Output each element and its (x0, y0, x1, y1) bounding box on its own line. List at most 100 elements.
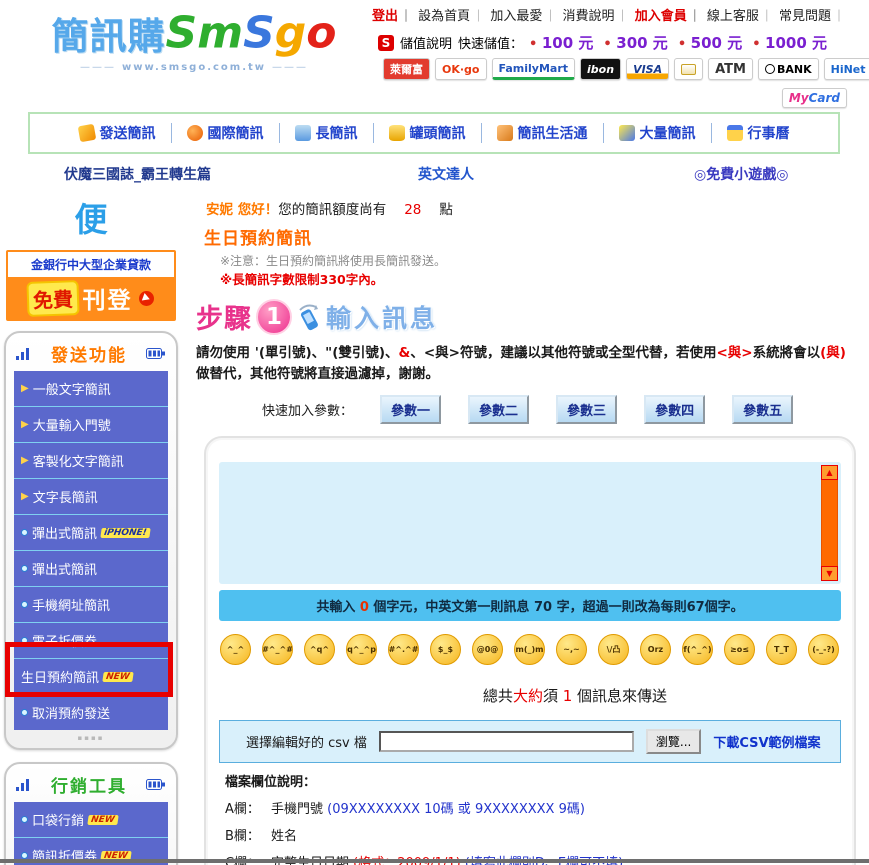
online-support-link[interactable]: 線上客服 (707, 9, 775, 24)
ibon-badge[interactable]: ibon (580, 58, 621, 80)
emoticon-button[interactable]: ~,~ (556, 634, 587, 665)
emoticon-button[interactable]: m(_)m (514, 634, 545, 665)
quick-store-500[interactable]: 500 元 (678, 32, 742, 53)
atm-badge[interactable]: ATM (708, 58, 753, 80)
laptop-icon (295, 125, 311, 141)
signal-icon (16, 778, 32, 791)
stored-value-icon: S (378, 35, 394, 51)
sidebar-item-cancel-reserved-send[interactable]: 取消預約發送 (14, 695, 168, 730)
sidebar-item-popup-sms[interactable]: 彈出式簡訊 (14, 551, 168, 587)
emoticon-button[interactable]: T_T (766, 634, 797, 665)
param3-button[interactable]: 參數三 (556, 395, 617, 424)
nav-calendar[interactable]: 行事曆 (712, 123, 805, 143)
sidebar-item-general-text-sms[interactable]: ▶一般文字簡訊 (14, 371, 168, 407)
star-icon (619, 125, 635, 141)
arrow-bullet-icon: ▶ (21, 419, 29, 430)
sidebar-item-mobile-url-sms[interactable]: 手機網址簡訊 (14, 587, 168, 623)
join-member-link[interactable]: 加入會員 (635, 9, 703, 24)
scroll-up-button[interactable]: ▲ (821, 465, 838, 480)
arrow-bullet-icon: ▶ (21, 455, 29, 466)
sidebar-item-long-text-sms[interactable]: ▶文字長簡訊 (14, 479, 168, 515)
sidebar-item-pocket-marketing[interactable]: 口袋行銷NEW (14, 802, 168, 838)
browse-button[interactable]: 瀏覽... (646, 729, 701, 754)
step-number-badge: 1 (256, 299, 292, 335)
emoticon-button[interactable]: ^_^ (220, 634, 251, 665)
emoticon-button[interactable]: (-_-?) (808, 634, 839, 665)
promo-english-link[interactable]: 英文達人 (418, 164, 474, 184)
loan-ad-text: 金銀行中大型企業貸款 (8, 252, 174, 277)
emoticon-button[interactable]: #^_^# (262, 634, 293, 665)
emoticon-button[interactable]: q^_^p (346, 634, 377, 665)
dot-bullet-icon (21, 529, 28, 536)
sidebar-item-birthday-reserved-sms[interactable]: 生日預約簡訊NEW (14, 659, 168, 695)
download-csv-sample-link[interactable]: 下載CSV範例檔案 (713, 732, 820, 751)
signal-icon (16, 347, 32, 360)
emoticon-button[interactable]: @0@ (472, 634, 503, 665)
emoticon-button[interactable]: #^.^# (388, 634, 419, 665)
emoticon-button[interactable]: ≥o≤ (724, 634, 755, 665)
faq-link[interactable]: 常見問題 (779, 9, 847, 24)
step-banner: 步驟 1 輸入訊息 (196, 297, 862, 336)
param1-button[interactable]: 參數一 (380, 395, 441, 424)
bank-circle-icon (765, 64, 775, 74)
char-limit-notice: ※長簡訊字數限制330字內。 (220, 269, 862, 288)
visa-badge[interactable]: VISA (626, 58, 669, 80)
globe-icon (187, 125, 203, 141)
loan-ad-banner[interactable]: 金銀行中大型企業貸款 免費 刊登 (6, 250, 176, 321)
emoticon-button[interactable]: $_$ (430, 634, 461, 665)
sidebar-item-popup-sms-iphone[interactable]: 彈出式簡訊iPHONE! (14, 515, 168, 551)
main-content: 安妮 您好！您的簡訊額度尚有28點 生日預約簡訊 ※注意：生日預約簡訊將使用長簡… (194, 196, 862, 865)
param5-button[interactable]: 參數五 (732, 395, 793, 424)
quick-store-300[interactable]: 300 元 (603, 32, 667, 53)
marketing-tools-menu: 口袋行銷NEW 簡訊折價券NEW 廣告刊登 藍牙行銷工具NEW (14, 802, 168, 865)
greeting: 安妮 您好！您的簡訊額度尚有28點 (206, 198, 862, 218)
emoticon-button[interactable]: f(^_^) (682, 634, 713, 665)
quick-store-1000[interactable]: 1000 元 (752, 32, 827, 53)
nav-sms-life[interactable]: 簡訊生活通 (482, 123, 604, 143)
param4-button[interactable]: 參數四 (644, 395, 705, 424)
promo-game-link[interactable]: 伏魔三國誌_霸王轉生篇 (64, 164, 211, 184)
stored-value-label[interactable]: 儲值說明 (400, 33, 452, 52)
param2-button[interactable]: 參數二 (468, 395, 529, 424)
battery-icon (146, 348, 166, 359)
nav-long-sms[interactable]: 長簡訊 (280, 123, 374, 143)
new-badge: NEW (102, 672, 133, 682)
emoticon-button[interactable]: ^q^ (304, 634, 335, 665)
billing-info-link[interactable]: 消費說明 (563, 9, 631, 24)
top-link-bar: 登出 設為首頁 加入最愛 消費說明 加入會員 線上客服 常見問題 (372, 5, 847, 24)
site-logo[interactable]: 簡訊購SmSgo www.smsgo.com.tw (26, 6, 362, 73)
payment-methods: 萊爾富 OK·go FamilyMart ibon VISA ATM BANK … (383, 58, 869, 80)
quick-param-row: 快速加入參數： 參數一 參數二 參數三 參數四 參數五 (262, 395, 862, 424)
scroll-down-button[interactable]: ▼ (821, 566, 838, 581)
scrollbar: ▲ ▼ (821, 465, 838, 581)
credit-card-icon[interactable] (674, 58, 703, 80)
okgo-badge[interactable]: OK·go (435, 58, 487, 80)
bank-badge[interactable]: BANK (758, 58, 819, 80)
mycard-badge[interactable]: MyCard (782, 88, 847, 108)
add-favorite-link[interactable]: 加入最愛 (490, 9, 558, 24)
nav-canned-sms[interactable]: 罐頭簡訊 (374, 123, 482, 143)
hilife-badge[interactable]: 萊爾富 (383, 58, 430, 80)
nav-send-sms[interactable]: 發送簡訊 (64, 123, 172, 143)
hinet-badge[interactable]: HiNet (824, 58, 869, 80)
publish-label: 刊登 (83, 281, 133, 315)
promo-free-games-link[interactable]: ◎免費小遊戲◎ (694, 164, 788, 184)
sidebar-item-bulk-number-input[interactable]: ▶大量輸入門號 (14, 407, 168, 443)
nav-bulk-sms[interactable]: 大量簡訊 (604, 123, 712, 143)
sidebar-item-customized-text-sms[interactable]: ▶客製化文字簡訊 (14, 443, 168, 479)
nav-international-sms[interactable]: 國際簡訊 (172, 123, 280, 143)
shopping-bag-icon (497, 125, 513, 141)
scrollbar-thumb[interactable] (821, 480, 838, 566)
emoticon-button[interactable]: Orz (640, 634, 671, 665)
message-textarea[interactable] (221, 464, 817, 582)
familymart-badge[interactable]: FamilyMart (492, 58, 576, 80)
emoticon-button[interactable]: \/凸 (598, 634, 629, 665)
set-homepage-link[interactable]: 設為首頁 (418, 9, 486, 24)
dot-bullet-icon (21, 637, 28, 644)
csv-file-input[interactable] (379, 731, 634, 752)
quick-store-100[interactable]: 100 元 (529, 32, 593, 53)
message-editor: ▲ ▼ (219, 462, 841, 584)
page-title: 生日預約簡訊 (204, 224, 862, 249)
logout-link[interactable]: 登出 (372, 9, 414, 24)
sidebar-item-e-coupon[interactable]: 電子折價券 (14, 623, 168, 659)
